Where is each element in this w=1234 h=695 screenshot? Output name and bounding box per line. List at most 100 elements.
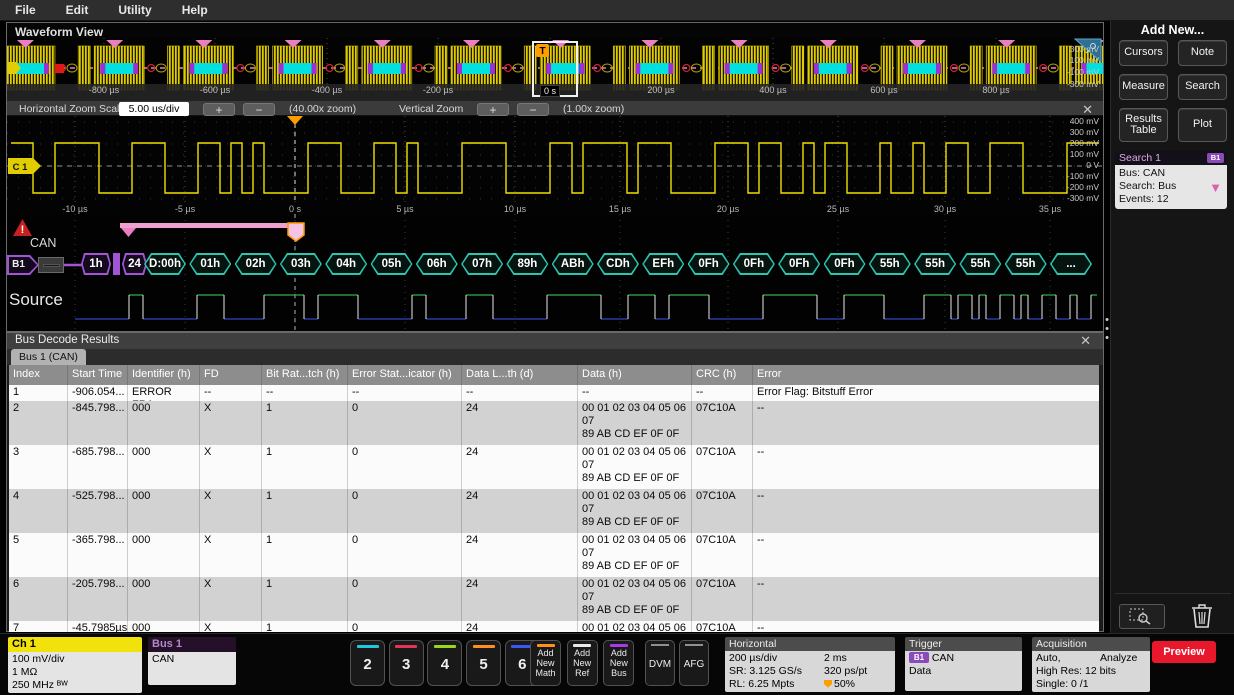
vzoom-plus-button[interactable]: + xyxy=(477,103,509,116)
trash-icon xyxy=(1191,603,1213,629)
horizontal-zoom-scale-input[interactable]: 5.00 us/div xyxy=(119,102,189,116)
table-cell: 24 xyxy=(461,577,577,621)
column-header[interactable]: Identifier (h) xyxy=(127,365,199,385)
bus-decode-lane[interactable]: ! CAN B1 1h24D:00h01h02h03h04h05h06h07h8… xyxy=(7,214,1103,331)
zoom-select-button[interactable] xyxy=(1119,604,1165,629)
acquisition-panel[interactable]: Acquisition Auto,AnalyzeHigh Res: 12 bit… xyxy=(1032,637,1150,692)
horizontal-row: RL: 6.25 Mpts50% xyxy=(729,678,895,691)
add-new-cursors-button[interactable]: Cursors xyxy=(1119,40,1168,66)
column-header[interactable]: CRC (h) xyxy=(691,365,752,385)
table-cell: 1 xyxy=(261,445,347,489)
trigger-panel[interactable]: Trigger B1 CAN Data xyxy=(905,637,1022,691)
acquisition-row: Single: 0 /1 xyxy=(1036,678,1150,691)
add-new-note-button[interactable]: Note xyxy=(1178,40,1227,66)
add-new-measure-button[interactable]: Measure xyxy=(1119,74,1168,100)
bottom-status-bar: Ch 1 100 mV/div1 MΩ250 MHz ᴮᵂ Bus 1 CAN … xyxy=(0,633,1234,695)
zoom-tick: 35 µs xyxy=(1039,204,1061,214)
column-header[interactable]: Start Time xyxy=(67,365,127,385)
channel-1-badge[interactable]: Ch 1 100 mV/div1 MΩ250 MHz ᴮᵂ xyxy=(8,637,142,693)
table-cell: 00 01 02 03 04 05 06 07 89 AB CD EF 0F 0… xyxy=(577,489,691,533)
add-new-math-button[interactable]: AddNewMath xyxy=(530,640,561,686)
table-cell: 07C10A xyxy=(691,533,752,577)
results-title: Bus Decode Results xyxy=(15,334,119,346)
column-header[interactable]: Data L...th (d) xyxy=(461,365,577,385)
trigger-info: B1 CAN Data xyxy=(905,651,1022,691)
overview-waveform[interactable]: T -800 µs-600 µs-400 µs-200 µs0 s200 µs4… xyxy=(7,38,1103,100)
table-cell: 24 xyxy=(461,401,577,445)
overview-tick: -600 µs xyxy=(200,85,230,95)
trash-button[interactable] xyxy=(1187,601,1217,631)
decode-packet: ABh xyxy=(552,253,594,275)
decode-packet: D:00h xyxy=(144,253,186,275)
zoom-voltage-label: 300 mV xyxy=(1070,128,1099,137)
hzoom-minus-button[interactable]: − xyxy=(243,103,275,116)
search-card-title: Search 1 xyxy=(1119,152,1161,164)
table-row[interactable]: 7-45.7985µs000X102400 01 02 03 04 05 06 … xyxy=(9,621,1099,632)
column-header[interactable]: FD xyxy=(199,365,261,385)
table-row[interactable]: 6-205.798...000X102400 01 02 03 04 05 06… xyxy=(9,577,1099,621)
channel-5-button[interactable]: 5 xyxy=(466,640,501,686)
decode-packet: 06h xyxy=(416,253,458,275)
table-cell: -- xyxy=(752,401,1099,445)
column-header[interactable]: Data (h) xyxy=(577,365,691,385)
menu-utility[interactable]: Utility xyxy=(118,0,151,21)
table-cell: X xyxy=(199,577,261,621)
dvm-button[interactable]: DVM xyxy=(645,640,675,686)
overview-tick: -800 µs xyxy=(89,85,119,95)
table-cell: -- xyxy=(752,577,1099,621)
menu-help[interactable]: Help xyxy=(182,0,208,21)
waveform-view-title: Waveform View xyxy=(15,25,103,39)
column-header[interactable]: Index xyxy=(9,365,67,385)
channel-4-button[interactable]: 4 xyxy=(427,640,462,686)
zoomed-waveform[interactable]: C 1 -10 µs-5 µs0 s5 µs10 µs15 µs20 µs25 … xyxy=(7,116,1103,214)
table-cell: Error Flag: Bitstuff Error xyxy=(752,385,1099,401)
add-new-ref-button[interactable]: AddNewRef xyxy=(567,640,598,686)
svg-text:T: T xyxy=(539,46,545,57)
bus-handle-icon[interactable] xyxy=(38,257,64,273)
decode-packet: 05h xyxy=(371,253,413,275)
bus-1-badge[interactable]: Bus 1 CAN xyxy=(148,637,236,685)
hzoom-plus-button[interactable]: + xyxy=(203,103,235,116)
search-result-card[interactable]: Search 1 B1 ▼ Bus: CANSearch: BusEvents:… xyxy=(1115,151,1227,209)
table-cell: 0 xyxy=(347,621,461,632)
overview-voltage-label: 300 mV xyxy=(1070,45,1099,54)
zoom-select-icon xyxy=(1129,608,1155,625)
channel-2-button[interactable]: 2 xyxy=(350,640,385,686)
table-cell: -- xyxy=(752,445,1099,489)
channel-3-button[interactable]: 3 xyxy=(389,640,424,686)
decode-packet: 01h xyxy=(189,253,231,275)
table-cell: 000 xyxy=(127,401,199,445)
afg-button[interactable]: AFG xyxy=(679,640,709,686)
add-new-results-table-button[interactable]: Results Table xyxy=(1119,108,1168,142)
table-cell: 24 xyxy=(461,489,577,533)
table-row[interactable]: 4-525.798...000X102400 01 02 03 04 05 06… xyxy=(9,489,1099,533)
tab-bus1-can[interactable]: Bus 1 (CAN) xyxy=(11,349,86,365)
table-cell: -- xyxy=(261,385,347,401)
table-row[interactable]: 5-365.798...000X102400 01 02 03 04 05 06… xyxy=(9,533,1099,577)
horizontal-zoom-scale-label: Horizontal Zoom Scale xyxy=(19,103,125,115)
zoom-voltage-label: 0 V xyxy=(1086,161,1099,170)
column-header[interactable]: Bit Rat...tch (h) xyxy=(261,365,347,385)
menu-file[interactable]: File xyxy=(15,0,36,21)
channel-1-title: Ch 1 xyxy=(8,637,142,652)
results-close-icon[interactable]: ✕ xyxy=(1080,333,1091,349)
column-header[interactable]: Error xyxy=(752,365,1099,385)
zoom-tick: 15 µs xyxy=(609,204,631,214)
bus-b1-badge[interactable]: B1 xyxy=(7,255,39,275)
results-title-bar[interactable]: Bus Decode Results ✕ xyxy=(7,333,1103,349)
add-new-search-button[interactable]: Search xyxy=(1178,74,1227,100)
horizontal-panel[interactable]: Horizontal 200 µs/div2 msSR: 3.125 GS/s3… xyxy=(725,637,895,692)
column-header[interactable]: Error Stat...icator (h) xyxy=(347,365,461,385)
add-new-bus-button[interactable]: AddNewBus xyxy=(603,640,634,686)
preview-button[interactable]: Preview xyxy=(1152,641,1216,663)
table-row[interactable]: 2-845.798...000X102400 01 02 03 04 05 06… xyxy=(9,401,1099,445)
vzoom-minus-button[interactable]: − xyxy=(517,103,549,116)
table-row[interactable]: 3-685.798...000X102400 01 02 03 04 05 06… xyxy=(9,445,1099,489)
table-cell: 24 xyxy=(461,621,577,632)
zoomed-plot[interactable]: C 1 xyxy=(7,116,1103,214)
table-row[interactable]: 1-906.054...ERROR FRA...------------Erro… xyxy=(9,385,1099,401)
table-cell: 0 xyxy=(347,489,461,533)
table-cell: -845.798... xyxy=(67,401,127,445)
menu-edit[interactable]: Edit xyxy=(66,0,89,21)
add-new-plot-button[interactable]: Plot xyxy=(1178,108,1227,142)
